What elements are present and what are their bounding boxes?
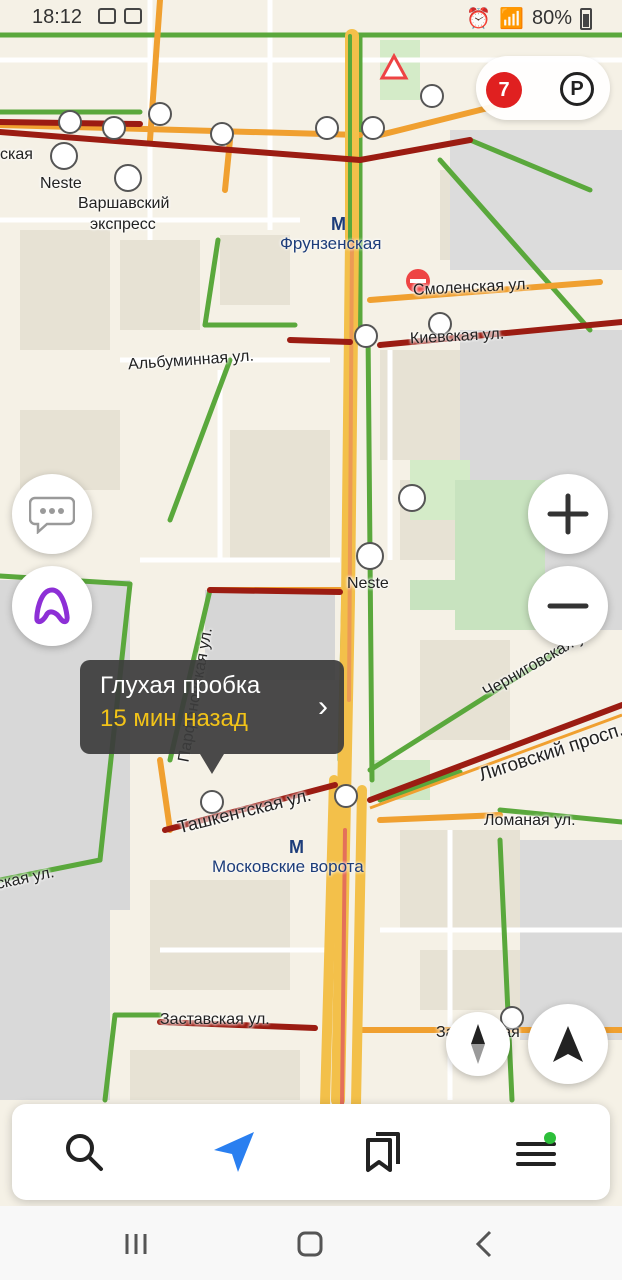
recent-apps-icon: [125, 1234, 147, 1254]
traffic-level-badge[interactable]: 7: [486, 72, 522, 108]
map-label-neste: Neste: [40, 175, 82, 192]
parking-button[interactable]: P: [560, 72, 594, 106]
home-button[interactable]: [290, 1226, 330, 1262]
back-button[interactable]: [464, 1226, 504, 1262]
map-label-left-top: ская: [0, 146, 33, 163]
menu-button[interactable]: [506, 1124, 566, 1180]
compass-button[interactable]: [446, 1012, 510, 1076]
home-icon: [297, 1231, 323, 1257]
map-label-lomanaya: Ломаная ул.: [484, 812, 576, 829]
traffic-event-tooltip[interactable]: Глухая пробка 15 мин назад ›: [80, 660, 344, 774]
my-location-button[interactable]: [528, 1004, 608, 1084]
route-button[interactable]: [204, 1124, 264, 1180]
svg-text:M: M: [331, 214, 346, 234]
bookmarks-button[interactable]: [354, 1124, 414, 1180]
battery-icon: [580, 7, 592, 30]
navigation-arrow-icon: [553, 1026, 583, 1062]
bookmarks-icon: [366, 1132, 400, 1172]
map-canvas[interactable]: M M: [0, 0, 622, 1280]
chat-icon: [29, 496, 75, 534]
search-icon: [66, 1134, 103, 1171]
road-events-button[interactable]: [12, 474, 92, 554]
zoom-in-button[interactable]: [528, 474, 608, 554]
map-label-neste-mid: Neste: [347, 575, 389, 592]
message-icon: [98, 8, 116, 24]
route-icon: [214, 1132, 254, 1172]
plus-icon: [547, 493, 589, 535]
map-label-express: экспресс: [90, 216, 156, 233]
tooltip-subtitle: 15 мин назад: [100, 705, 248, 732]
chevron-right-icon: ›: [318, 690, 328, 723]
alice-icon: [34, 587, 70, 625]
recent-apps-button[interactable]: [116, 1226, 156, 1262]
notification-icon: [124, 8, 142, 24]
alice-button[interactable]: [12, 566, 92, 646]
search-button[interactable]: [54, 1124, 114, 1180]
android-navigation-bar: [0, 1206, 622, 1280]
alarm-icon: ⏰: [466, 8, 492, 30]
svg-text:M: M: [289, 837, 304, 857]
tooltip-title: Глухая пробка: [100, 672, 261, 699]
metro-moskovskie-vorota[interactable]: Московские ворота: [212, 857, 364, 877]
compass-icon: [471, 1024, 485, 1064]
minus-icon: [547, 603, 589, 609]
battery-percent: 80%: [531, 7, 572, 29]
metro-frunzenskaya[interactable]: Фрунзенская: [280, 234, 382, 254]
menu-icon: [516, 1132, 556, 1166]
status-bar: 18:12 ⏰ 📶 80%: [0, 0, 622, 36]
wifi-icon: 📶: [499, 8, 524, 30]
back-icon: [475, 1230, 492, 1258]
zoom-out-button[interactable]: [528, 566, 608, 646]
map-label-varshavsky: Варшавский: [78, 195, 170, 212]
status-time: 18:12: [32, 6, 83, 28]
bottom-toolbar: [12, 1104, 610, 1200]
map-label-zastavskaya: Заставская ул.: [160, 1011, 270, 1028]
